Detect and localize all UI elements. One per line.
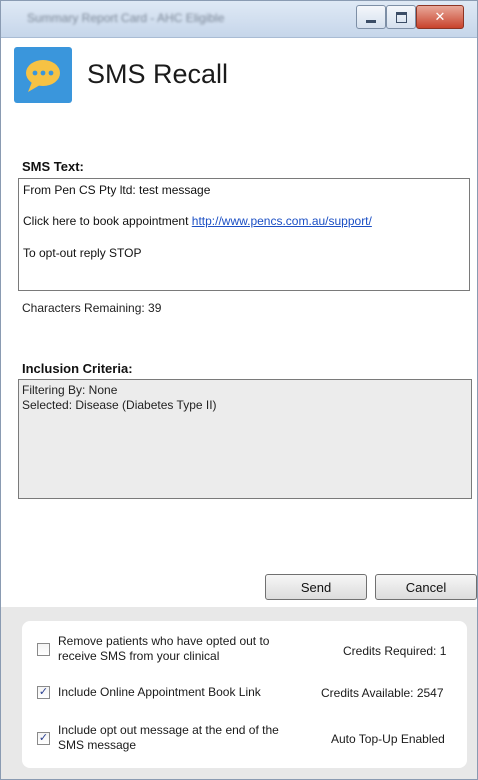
close-button[interactable]: ✕ <box>416 5 464 29</box>
close-icon: ✕ <box>434 9 446 24</box>
sms-line-3: To opt-out reply STOP <box>23 246 142 260</box>
include-appointment-link-label: Include Online Appointment Book Link <box>58 685 261 699</box>
sms-text-input[interactable]: From Pen CS Pty ltd: test message Click … <box>18 178 470 291</box>
cancel-button[interactable]: Cancel <box>375 574 477 600</box>
minimize-button[interactable] <box>356 5 386 29</box>
inclusion-criteria-label: Inclusion Criteria: <box>22 361 133 376</box>
include-opt-out-label: Include opt out message at the end of th… <box>58 723 279 752</box>
filtering-by-text: Filtering By: None <box>22 383 118 397</box>
sms-line-2: Click here to book appointment http://ww… <box>23 214 372 228</box>
page-title: SMS Recall <box>87 59 229 89</box>
include-opt-out-checkbox[interactable]: ✓ <box>37 732 50 745</box>
minimize-icon <box>366 19 376 23</box>
sms-line-2-prefix: Click here to book appointment <box>23 214 192 228</box>
window-title: Summary Report Card - AHC Eligible <box>27 11 225 25</box>
support-link[interactable]: http://www.pencs.com.au/support/ <box>192 214 372 228</box>
chat-bubble-icon <box>14 47 72 103</box>
maximize-icon <box>395 11 407 23</box>
auto-topup-status: Auto Top-Up Enabled <box>331 732 445 746</box>
include-appointment-link-checkbox[interactable]: ✓ <box>37 686 50 699</box>
credits-required: Credits Required: 1 <box>343 644 447 658</box>
characters-remaining: Characters Remaining: 39 <box>22 301 162 315</box>
send-button[interactable]: Send <box>265 574 367 600</box>
remove-opted-out-label: Remove patients who have opted out to re… <box>58 634 270 663</box>
title-bar[interactable]: Summary Report Card - AHC Eligible ✕ <box>1 1 477 38</box>
sms-recall-window: Summary Report Card - AHC Eligible ✕ SMS… <box>0 0 478 780</box>
selected-criteria-text: Selected: Disease (Diabetes Type II) <box>22 398 217 412</box>
maximize-button[interactable] <box>386 5 416 29</box>
sms-text-label: SMS Text: <box>22 159 84 174</box>
sms-line-1: From Pen CS Pty ltd: test message <box>23 183 211 197</box>
credits-available: Credits Available: 2547 <box>321 686 444 700</box>
inclusion-criteria-box: Filtering By: None Selected: Disease (Di… <box>18 379 472 499</box>
remove-opted-out-checkbox[interactable] <box>37 643 50 656</box>
